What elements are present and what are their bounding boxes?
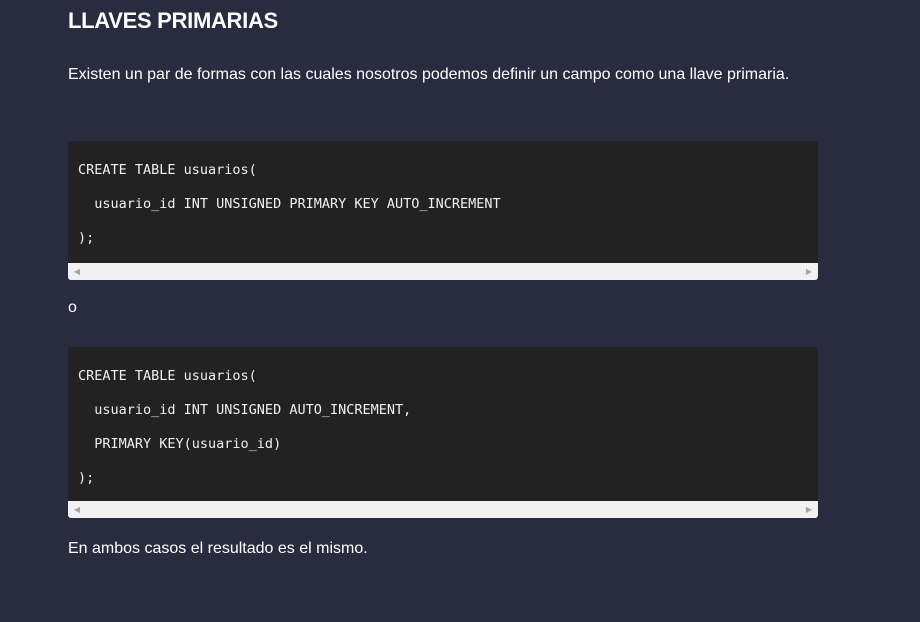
code-line: CREATE TABLE usuarios( — [78, 162, 257, 178]
horizontal-scrollbar[interactable]: ◀ ▶ — [68, 263, 818, 280]
scroll-right-icon[interactable]: ▶ — [802, 263, 816, 280]
code-lines: CREATE TABLE usuarios( usuario_id INT UN… — [68, 347, 818, 495]
code-line: usuario_id INT UNSIGNED AUTO_INCREMENT, — [78, 402, 412, 418]
intro-paragraph: Existen un par de formas con las cuales … — [68, 66, 790, 83]
code-block-primary-key-constraint: CREATE TABLE usuarios( usuario_id INT UN… — [68, 347, 818, 518]
conclusion-paragraph: En ambos casos el resultado es el mismo. — [68, 540, 368, 557]
separator-text: o — [68, 299, 77, 316]
code-line: usuario_id INT UNSIGNED PRIMARY KEY AUTO… — [78, 196, 501, 212]
code-line: ); — [78, 470, 95, 486]
code-line: CREATE TABLE usuarios( — [78, 368, 257, 384]
scroll-left-icon[interactable]: ◀ — [70, 263, 84, 280]
horizontal-scrollbar[interactable]: ◀ ▶ — [68, 501, 818, 518]
code-lines: CREATE TABLE usuarios( usuario_id INT UN… — [68, 141, 818, 255]
scroll-right-icon[interactable]: ▶ — [802, 501, 816, 518]
section-heading: LLAVES PRIMARIAS — [68, 8, 278, 33]
code-line: ); — [78, 230, 95, 246]
code-block-primary-key-inline: CREATE TABLE usuarios( usuario_id INT UN… — [68, 141, 818, 280]
scroll-left-icon[interactable]: ◀ — [70, 501, 84, 518]
code-line: PRIMARY KEY(usuario_id) — [78, 436, 282, 452]
